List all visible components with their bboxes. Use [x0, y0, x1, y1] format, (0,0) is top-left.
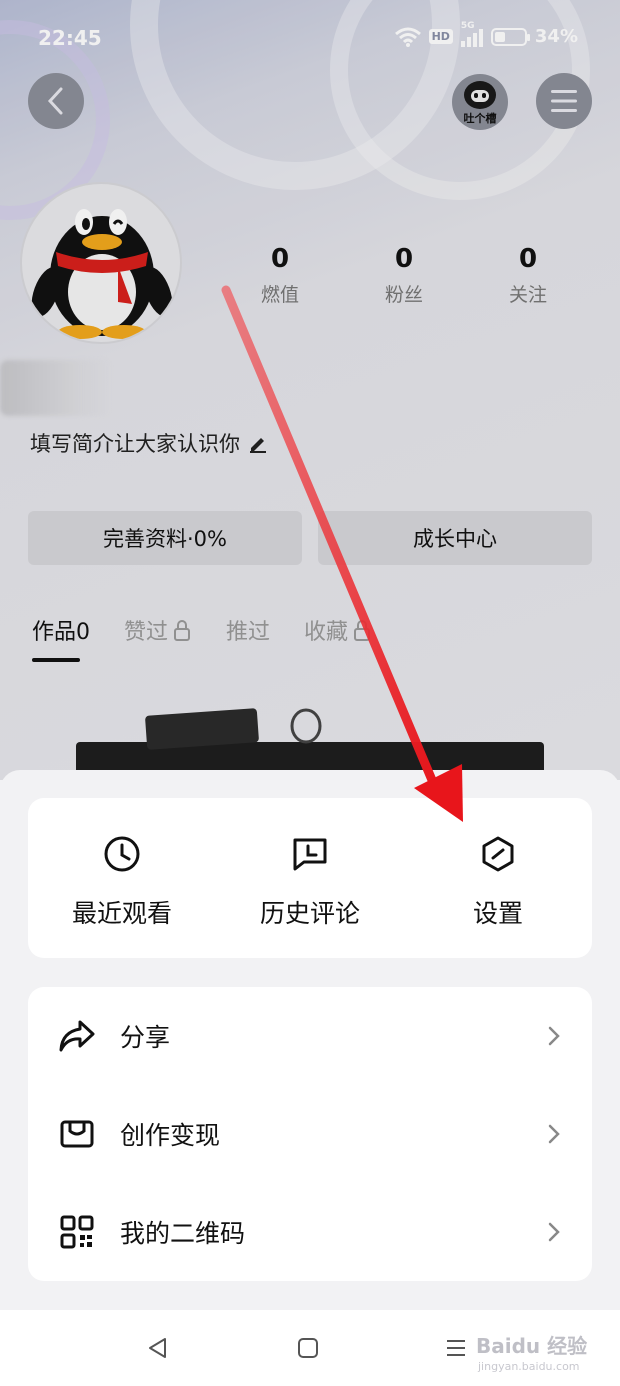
menu-item-label: 分享: [120, 1023, 171, 1052]
quick-actions-card: 最近观看 历史评论 设置: [28, 798, 592, 958]
settings-hexagon-icon: [482, 836, 514, 872]
comment-icon: [293, 838, 327, 871]
clock-icon: [104, 836, 140, 872]
chevron-right-icon: [548, 1222, 560, 1242]
monetize-bag-icon: [60, 1120, 94, 1148]
history-comments-button[interactable]: 历史评论: [216, 798, 404, 958]
qr-code-icon: [60, 1215, 94, 1249]
watermark-text: Baidu 经验: [476, 1334, 588, 1358]
quick-action-label: 设置: [472, 899, 523, 928]
dim-overlay[interactable]: [0, 0, 620, 780]
quick-action-label: 历史评论: [259, 899, 360, 928]
nav-recents-icon[interactable]: [444, 1336, 468, 1360]
menu-item-label: 创作变现: [120, 1121, 221, 1150]
my-qr-code-row[interactable]: 我的二维码: [28, 1183, 592, 1281]
menu-list-card: 分享 创作变现 我的二维码: [28, 987, 592, 1281]
bottom-sheet: 最近观看 历史评论 设置 分享 创作变现 我的二维码: [0, 770, 620, 1310]
nav-home-icon[interactable]: [296, 1336, 320, 1360]
creator-monetize-row[interactable]: 创作变现: [28, 1085, 592, 1183]
share-row[interactable]: 分享: [28, 987, 592, 1085]
share-arrow-icon: [59, 1020, 95, 1052]
nav-back-icon[interactable]: [146, 1336, 170, 1360]
menu-item-label: 我的二维码: [120, 1219, 246, 1248]
recent-viewed-button[interactable]: 最近观看: [28, 798, 216, 958]
watermark-url: jingyan.baidu.com: [478, 1360, 580, 1373]
app-screen: 22:45 HD 5G 34% 吐个槽 0 燃值 0 粉丝 0 关注 填写简介让…: [0, 0, 620, 1386]
quick-action-label: 最近观看: [71, 899, 172, 928]
settings-button[interactable]: 设置: [404, 798, 592, 958]
chevron-right-icon: [548, 1026, 560, 1046]
chevron-right-icon: [548, 1124, 560, 1144]
